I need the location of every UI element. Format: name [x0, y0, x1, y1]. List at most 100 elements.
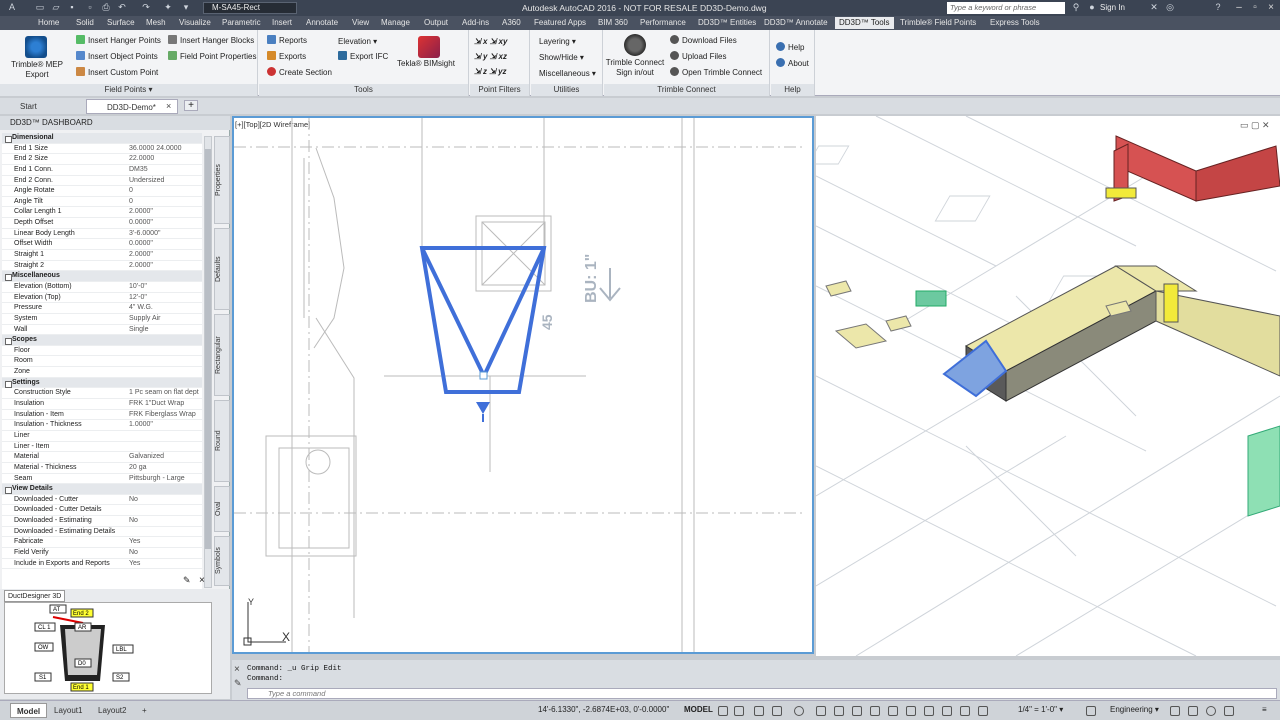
- duct-run-red[interactable]: [1105, 135, 1280, 202]
- export-ifc-button[interactable]: Export IFC: [338, 51, 388, 62]
- property-value[interactable]: FRK Fiberglass Wrap: [129, 410, 201, 421]
- tab-rectangular[interactable]: Rectangular: [214, 314, 230, 396]
- property-row[interactable]: Downloaded - Cutter No: [2, 495, 202, 506]
- command-close-icon[interactable]: ×: [234, 664, 240, 675]
- grid-icon[interactable]: [718, 706, 728, 716]
- command-settings-icon[interactable]: ✎: [234, 678, 242, 689]
- property-value[interactable]: Single: [129, 325, 201, 336]
- layering-dropdown[interactable]: Layering ▾: [539, 36, 576, 47]
- viewport-controls-icon[interactable]: ▭ ▢ ✕: [1240, 120, 1276, 132]
- field-points-panel-title[interactable]: Field Points ▾: [0, 84, 257, 96]
- close-tab-icon[interactable]: ×: [166, 101, 171, 111]
- ribbon-tab[interactable]: Solid: [72, 17, 98, 29]
- about-button[interactable]: About: [776, 58, 809, 69]
- property-row[interactable]: Elevation (Bottom) 10'-0": [2, 282, 202, 293]
- property-row[interactable]: Seam Pittsburgh - Large: [2, 474, 202, 485]
- trimble-mep-export-button[interactable]: Trimble® MEP Export: [9, 60, 65, 80]
- ribbon-tab[interactable]: BIM 360: [594, 17, 632, 29]
- polar-icon[interactable]: [772, 706, 782, 716]
- insert-hanger-points-button[interactable]: Insert Hanger Points: [76, 35, 161, 46]
- ribbon-tab[interactable]: Visualize: [175, 17, 215, 29]
- property-category[interactable]: Miscellaneous: [2, 271, 202, 282]
- layout-tab-layout1[interactable]: Layout1: [48, 703, 88, 718]
- elevation-dropdown[interactable]: Elevation ▾: [338, 36, 377, 47]
- osnap-icon[interactable]: [794, 706, 804, 716]
- filter-icon[interactable]: ▾: [180, 2, 192, 13]
- selection-filter-icon[interactable]: [924, 706, 934, 716]
- create-section-button[interactable]: Create Section: [267, 67, 332, 78]
- property-value[interactable]: Undersized: [129, 176, 201, 187]
- property-scrollbar[interactable]: [204, 136, 212, 588]
- maximize-icon[interactable]: ▫: [1248, 2, 1262, 14]
- gizmo-icon[interactable]: [942, 706, 952, 716]
- filter-z[interactable]: z: [483, 67, 487, 76]
- property-row[interactable]: End 1 Size 36.0000 24.0000: [2, 144, 202, 155]
- property-row[interactable]: Angle Rotate 0: [2, 186, 202, 197]
- property-category[interactable]: Dimensional: [2, 133, 202, 144]
- property-value[interactable]: 4" W.G.: [129, 303, 201, 314]
- property-row[interactable]: Offset Width 0.0000": [2, 239, 202, 251]
- property-value[interactable]: 1 Pc seam on flat dept: [129, 388, 201, 399]
- property-row[interactable]: Liner: [2, 431, 202, 442]
- property-value[interactable]: 20 ga: [129, 463, 201, 474]
- property-row[interactable]: Insulation FRK 1"Duct Wrap: [2, 399, 202, 410]
- property-row[interactable]: Pressure 4" W.G.: [2, 303, 202, 314]
- property-value[interactable]: 3'-6.0000": [129, 229, 201, 240]
- exchange-icon[interactable]: ✕: [1148, 2, 1160, 13]
- property-value[interactable]: DM35: [129, 165, 201, 176]
- ribbon-tab[interactable]: Parametric: [218, 17, 265, 29]
- start-tab[interactable]: Start: [0, 99, 86, 114]
- label-end2[interactable]: End 2: [73, 611, 89, 617]
- undo-icon[interactable]: ↶: [116, 2, 128, 13]
- property-value[interactable]: 2.0000": [129, 250, 201, 261]
- open-trimble-connect-button[interactable]: Open Trimble Connect: [670, 67, 762, 78]
- property-row[interactable]: Downloaded - Estimating No: [2, 516, 202, 527]
- open-icon[interactable]: ▱: [50, 2, 62, 13]
- tab-properties[interactable]: Properties: [214, 136, 230, 224]
- annotation-visibility-icon[interactable]: [960, 706, 970, 716]
- annotation-scale-dropdown[interactable]: 1/4" = 1'-0" ▾: [1018, 705, 1063, 714]
- tab-symbols[interactable]: Symbols: [214, 536, 230, 586]
- bulb-icon[interactable]: ✦: [162, 2, 174, 13]
- layout-tab-layout2[interactable]: Layout2: [92, 703, 132, 718]
- property-row[interactable]: Insulation - Item FRK Fiberglass Wrap: [2, 410, 202, 421]
- label-d0[interactable]: D0: [78, 661, 86, 667]
- property-value[interactable]: Yes: [129, 537, 201, 548]
- ribbon-tab[interactable]: DD3D™ Annotate: [760, 17, 832, 29]
- help-icon[interactable]: ?: [1212, 2, 1224, 13]
- property-row[interactable]: Zone: [2, 367, 202, 378]
- property-row[interactable]: Elevation (Top) 12'-0": [2, 293, 202, 304]
- ribbon-tab[interactable]: Express Tools: [986, 17, 1044, 29]
- ribbon-tab[interactable]: Manage: [377, 17, 414, 29]
- property-row[interactable]: Linear Body Length 3'-6.0000": [2, 229, 202, 240]
- property-row[interactable]: Collar Length 1 2.0000": [2, 207, 202, 219]
- property-value[interactable]: 0: [129, 197, 201, 208]
- save-icon[interactable]: ▪: [66, 2, 78, 13]
- property-row[interactable]: Material - Thickness 20 ga: [2, 463, 202, 474]
- label-ow[interactable]: OW: [38, 645, 49, 651]
- otrack-icon[interactable]: [816, 706, 826, 716]
- label-s2[interactable]: S2: [116, 675, 124, 681]
- ductdesigner-tab[interactable]: DuctDesigner 3D: [4, 590, 66, 602]
- property-value[interactable]: 22.0000: [129, 154, 201, 165]
- property-value[interactable]: No: [129, 516, 201, 527]
- upload-files-button[interactable]: Upload Files: [670, 51, 726, 62]
- property-row[interactable]: Insulation - Thickness 1.0000": [2, 420, 202, 431]
- property-value[interactable]: 0.0000": [129, 218, 201, 229]
- property-row[interactable]: Straight 2 2.0000": [2, 261, 202, 272]
- property-row[interactable]: Field Verify No: [2, 548, 202, 559]
- trimble-mep-export-icon[interactable]: [25, 36, 47, 58]
- property-category[interactable]: View Details: [2, 484, 202, 495]
- new-tab-icon[interactable]: +: [184, 100, 198, 111]
- selected-transition-duct[interactable]: [419, 246, 547, 394]
- viewport-top-2d[interactable]: [+][Top][2D Wireframe] X Y BU: 1" 45: [232, 116, 814, 654]
- property-category[interactable]: Settings: [2, 377, 202, 389]
- tekla-bimsight-button[interactable]: Tekla® BIMsight: [397, 58, 455, 69]
- reports-button[interactable]: Reports: [267, 35, 307, 46]
- tab-round[interactable]: Round: [214, 400, 230, 482]
- property-row[interactable]: End 2 Conn. Undersized: [2, 176, 202, 187]
- point-filter-grid[interactable]: ⇲ x ⇲ xy ⇲ y ⇲ xz ⇲ z ⇲ yz: [474, 34, 528, 79]
- customization-menu-icon[interactable]: ≡: [1262, 705, 1267, 714]
- property-row[interactable]: Construction Style 1 Pc seam on flat dept: [2, 388, 202, 400]
- label-end1[interactable]: End 1: [73, 685, 89, 691]
